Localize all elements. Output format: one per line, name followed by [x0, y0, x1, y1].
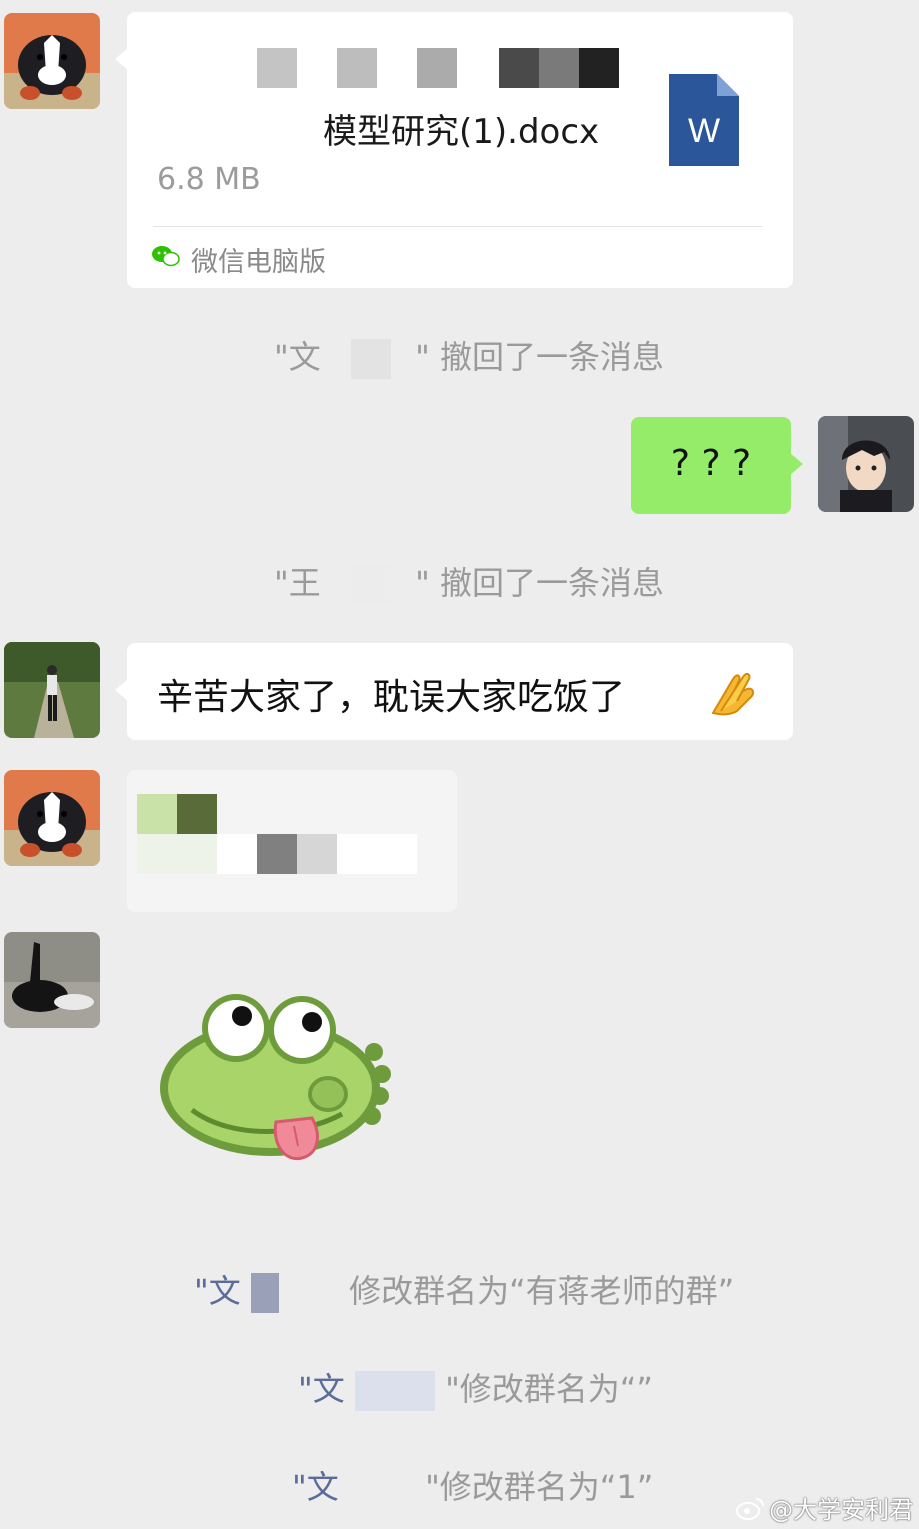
weibo-icon [736, 1496, 764, 1520]
rename-sender: "文 [298, 1370, 345, 1408]
rename-text: "修改群名为“1” [425, 1468, 654, 1506]
my-message-text: ? ? ? [670, 443, 752, 484]
redacted-block [417, 48, 457, 88]
dog-avatar-image [4, 770, 100, 866]
rename-notice: "文 修改群名为“有蒋老师的群” [194, 1266, 734, 1313]
text-message-content: 辛苦大家了，耽误大家吃饭了 [157, 677, 626, 718]
recall-notice: "文 " 撤回了一条消息 [274, 332, 664, 379]
redacted-message-bubble[interactable] [127, 770, 457, 912]
file-name: 模型研究(1).docx [323, 112, 600, 152]
redacted-name [348, 1469, 415, 1509]
dog-avatar-image [4, 13, 100, 109]
redacted-block [499, 48, 539, 88]
redacted-block [137, 794, 177, 834]
file-size: 6.8 MB [157, 162, 261, 196]
text-message-bubble[interactable]: 辛苦大家了，耽误大家吃饭了 [115, 643, 793, 740]
redacted-block [137, 834, 217, 874]
weibo-watermark: @大学安利君 [736, 1490, 913, 1525]
recall-text: " 撤回了一条消息 [415, 338, 664, 376]
rename-notice: "文 "修改群名为“” [298, 1364, 653, 1411]
watermark-text: @大学安利君 [769, 1496, 914, 1524]
recall-notice: "王 " 撤回了一条消息 [274, 558, 664, 605]
my-message-bubble[interactable]: ? ? ? [631, 417, 803, 514]
avatar-dog[interactable] [4, 13, 100, 109]
rename-text: 修改群名为“有蒋老师的群” [349, 1272, 735, 1310]
recall-text: " 撤回了一条消息 [415, 564, 664, 602]
redacted-block [337, 834, 417, 874]
word-document-icon: W [669, 74, 739, 166]
rename-sender: "文 [292, 1468, 339, 1506]
redacted-block [257, 48, 297, 88]
file-divider [153, 226, 763, 227]
redacted-block [217, 834, 257, 874]
frog-tongue-sticker[interactable] [152, 990, 392, 1166]
redacted-block [539, 48, 579, 88]
redacted-block [337, 48, 377, 88]
recall-sender: "文 [274, 338, 321, 376]
rename-notice: "文 "修改群名为“1” [292, 1462, 653, 1509]
avatar-cat[interactable] [4, 932, 100, 1028]
anime-boy-avatar-image [818, 416, 914, 512]
file-message-bubble[interactable]: 模型研究(1).docx 6.8 MB W 微信电脑版 [115, 12, 793, 288]
wechat-icon [151, 244, 181, 268]
person-walking-avatar-image [4, 642, 100, 738]
redacted-block [257, 834, 297, 874]
avatar-me[interactable] [818, 416, 914, 512]
redacted-name [250, 1273, 279, 1313]
redacted-block [297, 834, 337, 874]
recall-sender: "王 [274, 564, 321, 602]
file-source-label: 微信电脑版 [191, 247, 326, 278]
redacted-name [354, 1371, 435, 1411]
rename-sender: "文 [194, 1272, 241, 1310]
redacted-block [579, 48, 619, 88]
rename-text: "修改群名为“” [445, 1370, 653, 1408]
avatar-dog[interactable] [4, 770, 100, 866]
redacted-block [177, 794, 217, 834]
folded-hands-emoji [707, 667, 761, 717]
redacted-name [350, 565, 391, 605]
avatar-walker[interactable] [4, 642, 100, 738]
redacted-name [350, 339, 391, 379]
cat-avatar-image [4, 932, 100, 1028]
